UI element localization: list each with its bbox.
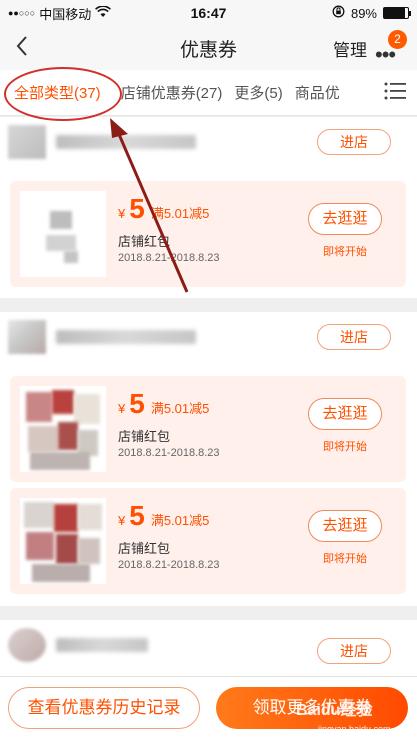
store-section: 进店 ¥ 5 满5.01减5 店铺红包 2018.8.21-2018.8.23 …: [0, 312, 417, 606]
coupon-type: 店铺红包: [118, 429, 171, 444]
currency-symbol: ¥: [118, 513, 126, 528]
product-thumbnail: [20, 386, 106, 472]
notification-badge: 2: [388, 30, 407, 49]
go-shopping-button[interactable]: 去逛逛: [308, 203, 382, 235]
more-menu-button[interactable]: ••• 2: [373, 30, 407, 66]
coupon-type: 店铺红包: [118, 234, 171, 249]
coupon-status: 即将开始: [323, 553, 367, 565]
nav-bar: 优惠券 管理 ••• 2: [0, 26, 417, 70]
product-thumbnail: [20, 498, 106, 584]
battery-icon: [383, 7, 411, 19]
currency-symbol: ¥: [118, 206, 126, 221]
coupon-status: 即将开始: [323, 441, 367, 453]
store-header: 进店: [0, 620, 417, 672]
coupon-condition: 满5.01减5: [150, 513, 210, 528]
category-tabs: 全部类型(37) 店铺优惠券(27) 更多(5) 商品优: [0, 70, 417, 116]
coupon-value: 5: [129, 388, 145, 419]
rotation-lock-icon: [332, 5, 345, 21]
coupon-condition: 满5.01减5: [150, 206, 210, 221]
list-menu-icon: [384, 81, 406, 106]
coupon-amount: ¥ 5 满5.01减5: [118, 193, 209, 225]
coupon-status: 即将开始: [323, 246, 367, 258]
chevron-left-icon: [15, 35, 29, 62]
coupon-validity: 2018.8.21-2018.8.23: [118, 559, 220, 571]
coupon-card: ¥ 5 满5.01减5 店铺红包 2018.8.21-2018.8.23: [10, 181, 330, 287]
store-avatar: [8, 628, 46, 662]
coupon-value: 5: [129, 500, 145, 531]
battery-level: [384, 8, 406, 18]
store-section: 进店: [0, 620, 417, 680]
coupon-action-area: 去逛逛 即将开始: [302, 181, 406, 287]
go-shopping-button[interactable]: 去逛逛: [308, 398, 382, 430]
bottom-action-bar: 查看优惠券历史记录 领取更多优惠券: [0, 676, 417, 743]
store-avatar: [8, 125, 46, 159]
tab-store-coupons[interactable]: 店铺优惠券(27): [115, 82, 229, 103]
back-button[interactable]: [0, 26, 44, 70]
status-time: 16:47: [190, 5, 227, 21]
coupon-type: 店铺红包: [118, 541, 171, 556]
coupon-validity: 2018.8.21-2018.8.23: [118, 252, 220, 264]
store-header: 进店: [0, 117, 417, 169]
store-name-blurred: [56, 330, 196, 344]
enter-store-button[interactable]: 进店: [317, 324, 391, 350]
status-right: 89%: [249, 5, 411, 21]
tab-all-types[interactable]: 全部类型(37): [0, 82, 115, 103]
coupon-action-area: 去逛逛 即将开始: [302, 488, 406, 594]
coupon-condition: 满5.01减5: [150, 401, 210, 416]
currency-symbol: ¥: [118, 401, 126, 416]
wifi-icon: [95, 4, 112, 21]
tab-product-coupons[interactable]: 商品优: [289, 82, 346, 103]
enter-store-button[interactable]: 进店: [317, 129, 391, 155]
coupon-screen: ●●○○○ 中国移动 16:47 89% 优惠券 管理 ••• 2 全部类型(3…: [0, 0, 417, 743]
manage-button[interactable]: 管理: [333, 36, 367, 61]
go-shopping-button[interactable]: 去逛逛: [308, 510, 382, 542]
coupon-action-area: 去逛逛 即将开始: [302, 376, 406, 482]
enter-store-button[interactable]: 进店: [317, 638, 391, 664]
coupon-card: ¥ 5 满5.01减5 店铺红包 2018.8.21-2018.8.23: [10, 488, 330, 594]
store-name-blurred: [56, 135, 196, 149]
coupon-history-button[interactable]: 查看优惠券历史记录: [8, 687, 200, 729]
coupon-amount: ¥ 5 满5.01减5: [118, 500, 209, 532]
product-thumbnail: [20, 191, 106, 277]
status-bar: ●●○○○ 中国移动 16:47 89%: [0, 0, 417, 26]
battery-percent: 89%: [350, 5, 377, 21]
coupon-value: 5: [129, 193, 145, 224]
more-dots-icon: •••: [375, 42, 396, 67]
store-header: 进店: [0, 312, 417, 364]
coupon-card: ¥ 5 满5.01减5 店铺红包 2018.8.21-2018.8.23: [10, 376, 330, 482]
store-section: 进店 ¥ 5 满5.01减5 店铺红包 2018.8.21-2018.8.23 …: [0, 117, 417, 298]
signal-dots: ●●○○○: [8, 8, 36, 18]
store-name-blurred: [56, 638, 148, 652]
tab-more[interactable]: 更多(5): [228, 82, 288, 103]
store-avatar: [8, 320, 46, 354]
coupon-validity: 2018.8.21-2018.8.23: [118, 447, 220, 459]
status-left: ●●○○○ 中国移动: [8, 4, 168, 23]
get-more-coupons-button[interactable]: 领取更多优惠券: [216, 687, 408, 729]
coupon-amount: ¥ 5 满5.01减5: [118, 388, 209, 420]
carrier-label: 中国移动: [39, 6, 92, 22]
category-list-button[interactable]: [373, 70, 417, 115]
